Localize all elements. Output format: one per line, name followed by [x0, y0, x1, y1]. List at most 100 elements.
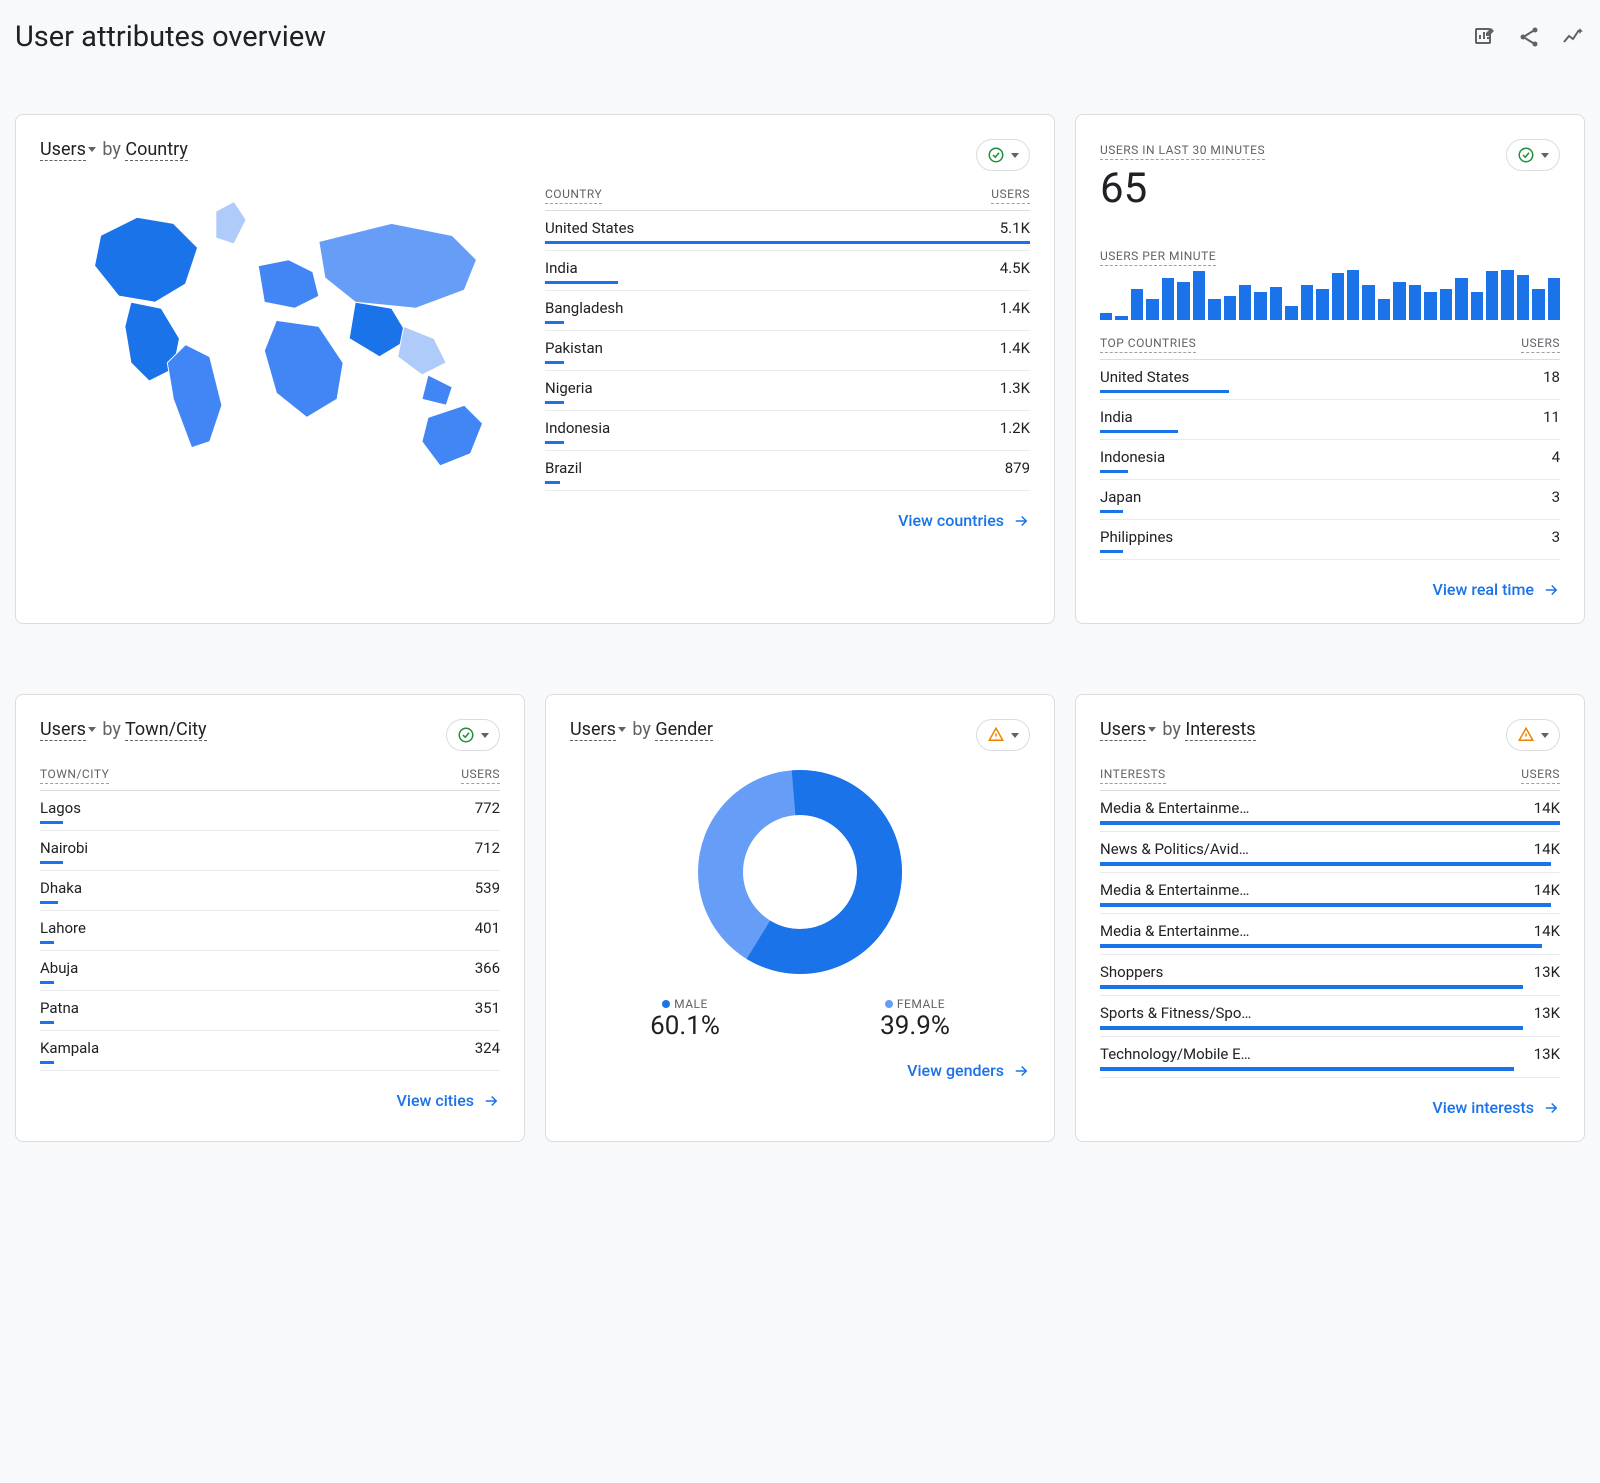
gender-legend: MALE 60.1% FEMALE 39.9% — [570, 997, 1030, 1041]
view-realtime-link[interactable]: View real time — [1433, 580, 1561, 599]
metric-label: Users — [570, 719, 616, 741]
row-value: 14K — [1534, 922, 1560, 940]
arrow-right-icon — [1012, 512, 1030, 530]
table-row[interactable]: Lagos 772 — [40, 791, 500, 831]
card-title[interactable]: Users by Gender — [570, 719, 713, 740]
header-actions — [1473, 25, 1585, 49]
chevron-down-icon — [481, 733, 489, 738]
card-realtime: USERS IN LAST 30 MINUTES 65 USERS PER MI… — [1075, 114, 1585, 624]
table-row[interactable]: Japan3 — [1100, 480, 1560, 520]
view-cities-link[interactable]: View cities — [397, 1091, 500, 1110]
table-row[interactable]: Pakistan1.4K — [545, 331, 1030, 371]
card-users-by-interests: Users by Interests INTERESTS USERS Media… — [1075, 694, 1585, 1142]
legend-male: MALE 60.1% — [650, 997, 720, 1041]
table-row[interactable]: Media & Entertainme… 14K — [1100, 914, 1560, 955]
row-bar — [1100, 821, 1560, 825]
row-bar — [1100, 510, 1123, 513]
link-label: View real time — [1433, 580, 1535, 599]
card-status-ok[interactable] — [976, 139, 1030, 171]
row-value: 4 — [1552, 448, 1560, 466]
table-row[interactable]: Media & Entertainme…14K — [1100, 873, 1560, 914]
card-users-by-gender: Users by Gender MALE 60.1% FEMALE 39.9% … — [545, 694, 1055, 1142]
card-status-warn[interactable] — [1506, 719, 1560, 751]
dimension-label: Town/City — [125, 719, 207, 741]
view-countries-link[interactable]: View countries — [898, 511, 1030, 530]
row-bar — [1100, 944, 1542, 948]
row-bar — [1100, 985, 1523, 989]
table-row[interactable]: Philippines3 — [1100, 520, 1560, 560]
page-header: User attributes overview — [15, 20, 1585, 54]
row-value: 1.4K — [1000, 299, 1030, 317]
table-row[interactable]: Media & Entertainme…14K — [1100, 791, 1560, 832]
col-header-country: COUNTRY — [545, 187, 602, 204]
table-row[interactable]: India11 — [1100, 400, 1560, 440]
dimension-label: Country — [125, 139, 188, 161]
card-status-ok[interactable] — [1506, 139, 1560, 171]
dot-icon — [885, 1000, 893, 1008]
customize-report-icon[interactable] — [1473, 25, 1497, 49]
table-row[interactable]: Dhaka539 — [40, 871, 500, 911]
row-name: Nairobi — [40, 839, 88, 857]
row-name: Media & Entertainme… — [1100, 922, 1249, 940]
row-bar — [40, 941, 54, 944]
row-name: Bangladesh — [545, 299, 623, 317]
dimension-label: Gender — [655, 719, 713, 741]
view-interests-link[interactable]: View interests — [1432, 1098, 1560, 1117]
table-row[interactable]: Nairobi712 — [40, 831, 500, 871]
metric-label: Users — [40, 719, 86, 741]
metric-label: Users — [40, 139, 86, 161]
table-row[interactable]: Indonesia4 — [1100, 440, 1560, 480]
row-value: 1.3K — [1000, 379, 1030, 397]
table-row[interactable]: News & Politics/Avid…14K — [1100, 832, 1560, 873]
card-title[interactable]: Users by Interests — [1100, 719, 1256, 740]
table-row[interactable]: Kampala 324 — [40, 1031, 500, 1071]
row-name: Kampala — [40, 1039, 99, 1057]
row-bar — [545, 481, 560, 484]
share-icon[interactable] — [1517, 25, 1541, 49]
row-bar — [1100, 390, 1229, 393]
row-value: 772 — [475, 799, 500, 817]
card-status-ok[interactable] — [446, 719, 500, 751]
chevron-down-icon — [1011, 733, 1019, 738]
row-bar — [40, 981, 54, 984]
col-header-users: USERS — [461, 767, 500, 784]
row-name: United States — [1100, 368, 1189, 386]
table-row[interactable]: Brazil879 — [545, 451, 1030, 491]
table-row[interactable]: Sports & Fitness/Spo…13K — [1100, 996, 1560, 1037]
table-row[interactable]: Lahore401 — [40, 911, 500, 951]
card-title[interactable]: Users by Town/City — [40, 719, 207, 740]
insights-icon[interactable] — [1561, 25, 1585, 49]
world-map-chart[interactable] — [40, 187, 525, 491]
col-header-city: TOWN/CITY — [40, 767, 109, 784]
table-row[interactable]: India4.5K — [545, 251, 1030, 291]
row-bar — [40, 901, 58, 904]
table-row[interactable]: Indonesia1.2K — [545, 411, 1030, 451]
row-value: 13K — [1534, 1045, 1560, 1063]
label-30min: USERS IN LAST 30 MINUTES — [1100, 143, 1265, 160]
row-name: Shoppers — [1100, 963, 1163, 981]
table-row[interactable]: Shoppers13K — [1100, 955, 1560, 996]
table-row[interactable]: Technology/Mobile E…13K — [1100, 1037, 1560, 1078]
card-title[interactable]: Users by Country — [40, 139, 188, 160]
table-row[interactable]: Nigeria1.3K — [545, 371, 1030, 411]
row-bar — [40, 1021, 54, 1024]
row-name: Lagos — [40, 799, 81, 817]
table-row[interactable]: United States18 — [1100, 360, 1560, 400]
card-status-warn[interactable] — [976, 719, 1030, 751]
row-value: 366 — [475, 959, 500, 977]
view-genders-link[interactable]: View genders — [907, 1061, 1030, 1080]
table-row[interactable]: Abuja366 — [40, 951, 500, 991]
chevron-down-icon — [88, 147, 96, 152]
row-value: 324 — [475, 1039, 500, 1057]
row-name: United States — [545, 219, 634, 237]
col-header-users: USERS — [991, 187, 1030, 204]
table-row[interactable]: Bangladesh 1.4K — [545, 291, 1030, 331]
row-name: Sports & Fitness/Spo… — [1100, 1004, 1251, 1022]
row-value: 14K — [1534, 840, 1560, 858]
col-header-users: USERS — [1521, 336, 1560, 353]
table-row[interactable]: United States5.1K — [545, 211, 1030, 251]
metric-label: Users — [1100, 719, 1146, 741]
arrow-right-icon — [1542, 581, 1560, 599]
row-bar — [545, 321, 564, 324]
table-row[interactable]: Patna351 — [40, 991, 500, 1031]
